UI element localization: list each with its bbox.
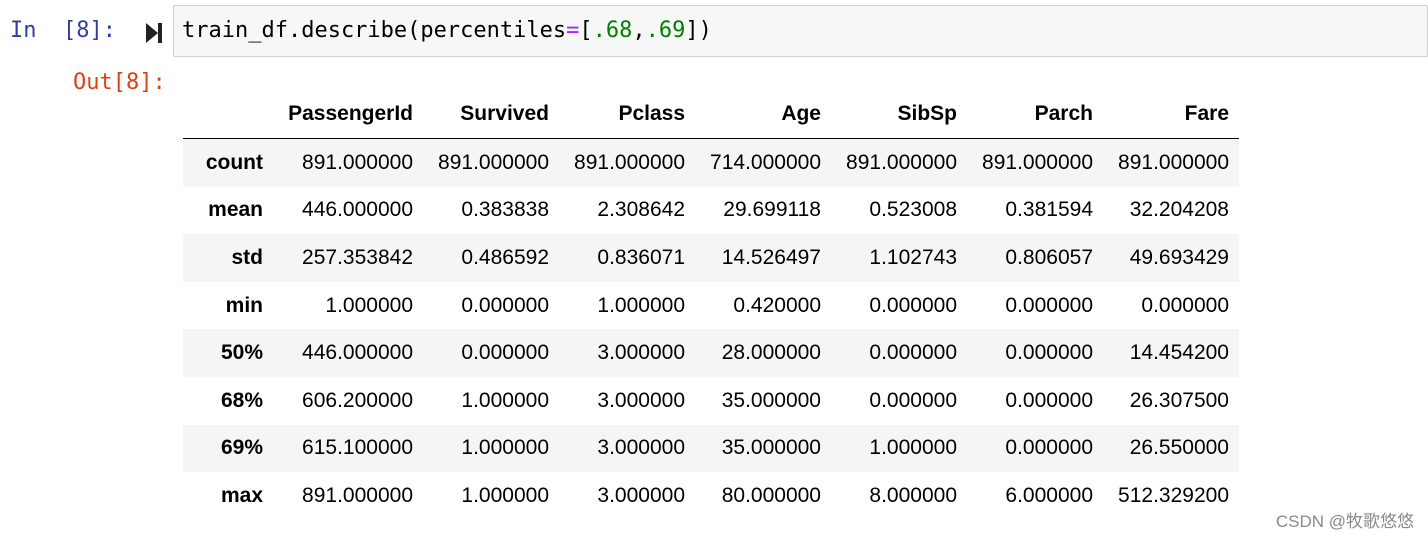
- table-cell: 1.000000: [597, 293, 685, 317]
- table-cell: 3.000000: [597, 388, 685, 412]
- row-label: 50%: [220, 341, 263, 365]
- code-percentile-2: .69: [645, 18, 686, 43]
- table-cell: 446.000000: [302, 341, 413, 365]
- row-label: mean: [208, 198, 263, 222]
- table-cell: 0.420000: [733, 293, 821, 317]
- table-cell: 28.000000: [721, 341, 821, 365]
- table-cell: 1.102743: [869, 245, 957, 269]
- run-cell-icon[interactable]: [145, 22, 163, 44]
- table-row: max 891.000000 1.000000 3.000000 80.0000…: [183, 472, 1239, 520]
- code-close: ]): [685, 18, 712, 43]
- table-cell: 891.000000: [1118, 150, 1229, 174]
- table-cell: 14.454200: [1129, 341, 1229, 365]
- row-label: 69%: [220, 436, 263, 460]
- table-cell: 0.000000: [869, 341, 957, 365]
- table-cell: 3.000000: [597, 483, 685, 507]
- table-cell: 14.526497: [721, 245, 821, 269]
- watermark: CSDN @牧歌悠悠: [1275, 512, 1414, 531]
- table-cell: 1.000000: [461, 483, 549, 507]
- table-cell: 0.836071: [597, 245, 685, 269]
- table-cell: 891.000000: [846, 150, 957, 174]
- table-cell: 35.000000: [721, 388, 821, 412]
- table-cell: 615.100000: [302, 436, 413, 460]
- table-cell: 257.353842: [302, 245, 413, 269]
- table-row: 68% 606.200000 1.000000 3.000000 35.0000…: [183, 376, 1239, 425]
- table-cell: 8.000000: [869, 483, 957, 507]
- table-cell: 49.693429: [1129, 245, 1229, 269]
- row-label: std: [231, 245, 264, 269]
- header-fare: Fare: [1103, 90, 1239, 139]
- table-cell: 891.000000: [302, 150, 413, 174]
- table-cell: 891.000000: [982, 150, 1093, 174]
- table-cell: 891.000000: [438, 150, 549, 174]
- table-cell: 3.000000: [597, 436, 685, 460]
- table-cell: 0.000000: [461, 341, 549, 365]
- table-cell: 0.381594: [1005, 198, 1093, 222]
- table-cell: 0.000000: [1005, 436, 1093, 460]
- header-age: Age: [695, 90, 831, 139]
- table-cell: 32.204208: [1129, 198, 1229, 222]
- table-cell: 512.329200: [1118, 483, 1229, 507]
- code-function-call: train_df.describe(percentiles: [182, 18, 567, 43]
- table-cell: 891.000000: [302, 483, 413, 507]
- row-label: count: [205, 150, 263, 174]
- input-prompt: In [8]:: [10, 18, 116, 43]
- table-header-row: PassengerId Survived Pclass Age SibSp Pa…: [183, 90, 1239, 139]
- table-cell: 6.000000: [1005, 483, 1093, 507]
- table-cell: 80.000000: [721, 483, 821, 507]
- table-cell: 0.000000: [1005, 293, 1093, 317]
- table-cell: 1.000000: [461, 436, 549, 460]
- table-row: count 891.000000 891.000000 891.000000 7…: [183, 138, 1239, 187]
- table-cell: 0.000000: [869, 388, 957, 412]
- row-label: max: [220, 483, 263, 507]
- header-passengerid: PassengerId: [273, 90, 423, 139]
- header-parch: Parch: [967, 90, 1103, 139]
- code-equals-operator: =: [566, 18, 580, 43]
- table-cell: 0.523008: [869, 198, 957, 222]
- table-cell: 35.000000: [721, 436, 821, 460]
- table-cell: 0.383838: [461, 198, 549, 222]
- table-cell: 29.699118: [723, 198, 821, 222]
- table-cell: 0.000000: [1141, 293, 1229, 317]
- table-row: mean 446.000000 0.383838 2.308642 29.699…: [183, 186, 1239, 235]
- header-survived: Survived: [423, 90, 559, 139]
- code-comma: ,: [632, 18, 646, 43]
- code-open-bracket: [: [579, 18, 593, 43]
- code-percentile-1: .68: [592, 18, 633, 43]
- table-row: 69% 615.100000 1.000000 3.000000 35.0000…: [183, 424, 1239, 473]
- table-cell: 714.000000: [710, 150, 821, 174]
- header-pclass: Pclass: [559, 90, 695, 139]
- table-cell: 0.486592: [461, 245, 549, 269]
- table-cell: 26.307500: [1129, 388, 1229, 412]
- table-cell: 1.000000: [869, 436, 957, 460]
- header-sibsp: SibSp: [831, 90, 967, 139]
- header-index: [183, 90, 273, 139]
- table-cell: 0.806057: [1005, 245, 1093, 269]
- table-cell: 1.000000: [461, 388, 549, 412]
- table-cell: 0.000000: [1005, 388, 1093, 412]
- row-label: min: [225, 293, 263, 317]
- table-cell: 26.550000: [1129, 436, 1229, 460]
- output-prompt: Out[8]:: [73, 70, 166, 95]
- table-row: std 257.353842 0.486592 0.836071 14.5264…: [183, 234, 1239, 282]
- table-cell: 0.000000: [869, 293, 957, 317]
- table-cell: 0.000000: [1005, 341, 1093, 365]
- table-row: min 1.000000 0.000000 1.000000 0.420000 …: [183, 281, 1239, 330]
- table-cell: 3.000000: [597, 341, 685, 365]
- describe-output-table: PassengerId Survived Pclass Age SibSp Pa…: [183, 90, 1239, 520]
- table-cell: 606.200000: [302, 388, 413, 412]
- table-cell: 0.000000: [461, 293, 549, 317]
- row-label: 68%: [220, 388, 263, 412]
- table-cell: 891.000000: [574, 150, 685, 174]
- table-cell: 1.000000: [325, 293, 413, 317]
- code-input-editor[interactable]: train_df.describe(percentiles=[.68,.69]): [173, 5, 1428, 57]
- table-cell: 446.000000: [302, 198, 413, 222]
- table-cell: 2.308642: [597, 198, 685, 222]
- table-row: 50% 446.000000 0.000000 3.000000 28.0000…: [183, 329, 1239, 377]
